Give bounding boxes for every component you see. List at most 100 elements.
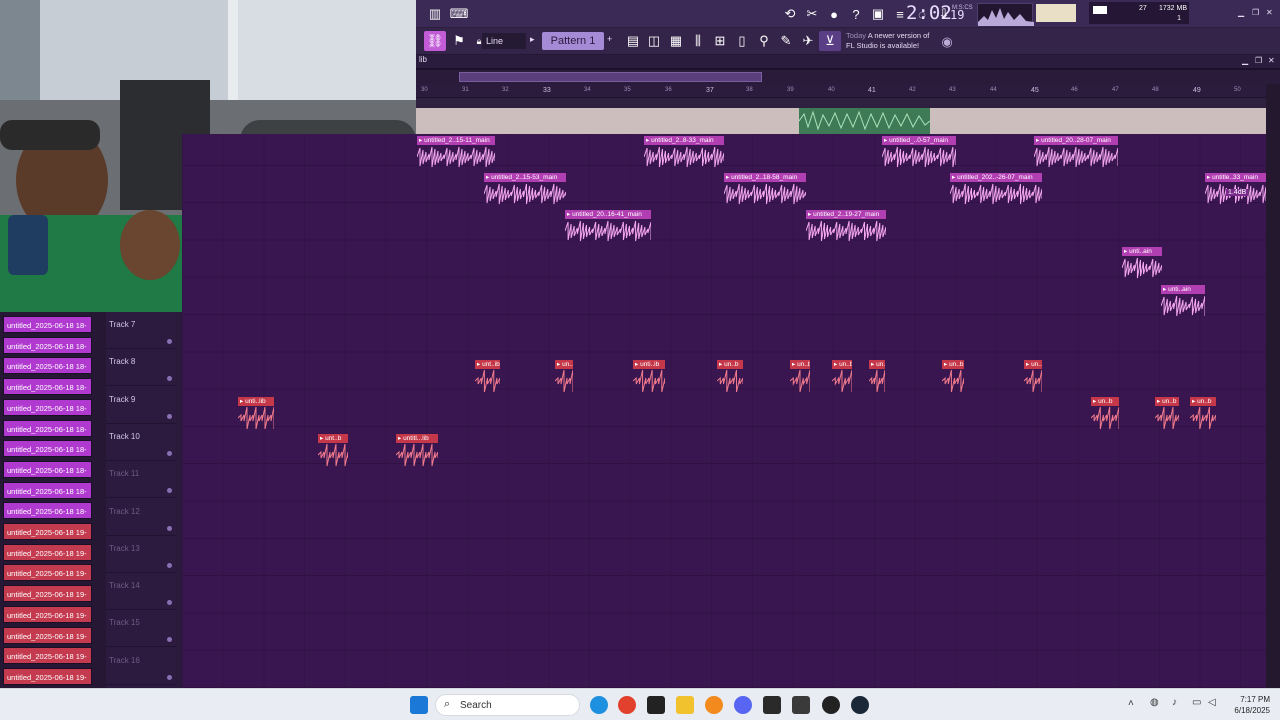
audio-clip[interactable]: ▸ untitled_2..8-33_main xyxy=(643,136,725,170)
audio-clip[interactable]: ▸ untitl...lib xyxy=(395,434,439,468)
audio-clip[interactable]: ▸ un..b xyxy=(1090,397,1120,431)
network-icon[interactable]: ▭ xyxy=(1192,697,1201,708)
audio-clip[interactable]: ▸ untitled_2..15-11_main xyxy=(416,136,496,170)
track-mute-icon[interactable] xyxy=(167,637,172,643)
plugin-icon[interactable]: ⚲ xyxy=(753,31,775,51)
track-header[interactable]: Track 12 xyxy=(106,499,176,536)
audio-clip[interactable]: ▸ untitled_20..16-41_main xyxy=(564,210,652,244)
audio-clip[interactable]: ▸ un..b xyxy=(716,360,744,394)
audio-clip[interactable]: ▸ un..b xyxy=(789,360,811,394)
audio-clip[interactable]: ▸ unti..ib xyxy=(632,360,666,394)
audio-clip[interactable]: ▸ untitled_202..-26-07_main xyxy=(949,173,1043,207)
piano-icon[interactable]: ▥ xyxy=(424,4,446,24)
track-header[interactable]: Track 13 xyxy=(106,536,176,573)
audio-clip[interactable]: ▸ unti..ain xyxy=(1160,285,1206,319)
marker-lane[interactable] xyxy=(416,98,1266,108)
edge-icon[interactable] xyxy=(590,696,608,714)
browser-item[interactable]: untitled_2025-06-18 19- xyxy=(3,667,92,685)
browser-item[interactable]: untitled_2025-06-18 18- xyxy=(3,316,92,333)
audio-clip[interactable]: ▸ untitled_2..18-58_main xyxy=(723,173,807,207)
tray-chevron-icon[interactable]: ˄ xyxy=(1128,698,1134,709)
browser-item[interactable]: untitled_2025-06-18 19- xyxy=(3,647,92,665)
audio-clip[interactable]: ▸ un..b xyxy=(831,360,853,394)
audio-clip[interactable]: ▸ un..b xyxy=(868,360,886,394)
track-mute-icon[interactable] xyxy=(167,413,172,419)
audio-clip[interactable]: ▸ un..b xyxy=(1023,360,1043,394)
tray-mic-icon[interactable]: ♪ xyxy=(1172,697,1177,708)
tray-app-icon[interactable]: ◍ xyxy=(1150,697,1159,708)
capcut-icon[interactable] xyxy=(792,696,810,714)
track-header[interactable]: Track 15 xyxy=(106,610,176,648)
typing-keyboard-icon[interactable]: ⌨ xyxy=(448,4,470,24)
track-header[interactable]: Track 10 xyxy=(106,424,176,461)
piano-roll-icon[interactable]: ▦ xyxy=(665,31,687,51)
master-audio-clip[interactable] xyxy=(416,108,1266,134)
track-header[interactable]: Track 11 xyxy=(106,461,176,499)
download-icon[interactable]: ⇩ xyxy=(933,4,955,24)
cart-icon[interactable]: ⊻ xyxy=(819,31,841,51)
audio-clip[interactable]: ▸ untitled_2..15-53_main xyxy=(483,173,567,207)
stamp-icon[interactable]: ⚑ xyxy=(448,31,470,51)
channel-rack-icon[interactable]: ◫ xyxy=(643,31,665,51)
browser-item[interactable]: untitled_2025-06-18 18- xyxy=(3,481,92,499)
audio-clip[interactable]: ▸ untitled_20..28-07_main xyxy=(1033,136,1119,170)
browser-item[interactable]: untitled_2025-06-18 18- xyxy=(3,378,92,396)
track-header[interactable]: Track 7 xyxy=(106,312,176,349)
wand-icon[interactable]: ✂ xyxy=(801,4,823,24)
browser-item[interactable]: untitled_2025-06-18 18- xyxy=(3,336,92,354)
update-notice[interactable]: Today A newer version of FL Studio is av… xyxy=(846,31,929,51)
microphone-icon[interactable]: ● xyxy=(823,4,845,24)
track-header[interactable]: Track 14 xyxy=(106,573,176,611)
track-mute-icon[interactable] xyxy=(167,674,172,680)
track-header-divider[interactable] xyxy=(176,312,182,688)
browser-item[interactable]: untitled_2025-06-18 19- xyxy=(3,564,92,582)
browser-item[interactable]: untitled_2025-06-18 19- xyxy=(3,523,92,540)
maximize-icon[interactable]: ❐ xyxy=(1252,8,1259,17)
track-mute-icon[interactable] xyxy=(167,488,172,494)
windows-start-icon[interactable] xyxy=(410,696,428,714)
audio-clip[interactable]: ▸ un..b xyxy=(1154,397,1180,431)
audio-clip[interactable]: ▸ untitled_2..19-27_main xyxy=(805,210,887,244)
playlist-icon[interactable]: ▤ xyxy=(622,31,644,51)
browser-item[interactable]: untitled_2025-06-18 18- xyxy=(3,460,92,478)
playlist-close-icon[interactable]: ✕ xyxy=(1268,56,1275,65)
chat-icon[interactable]: ◌ xyxy=(911,4,933,24)
browser-item[interactable]: untitled_2025-06-18 19- xyxy=(3,605,92,623)
bird-icon[interactable]: ✈ xyxy=(797,31,819,51)
audio-clip[interactable]: ▸ un..b xyxy=(1189,397,1217,431)
audio-clip[interactable]: ▸ unt..b xyxy=(317,434,349,468)
track-mute-icon[interactable] xyxy=(167,525,172,531)
audio-clip[interactable]: ▸ un..b xyxy=(554,360,574,394)
link-icon[interactable]: ⛓ xyxy=(424,31,446,51)
browser-item[interactable]: untitled_2025-06-18 19- xyxy=(3,543,92,561)
browser-item[interactable]: untitled_2025-06-18 18- xyxy=(3,398,92,416)
mixer-view-icon[interactable]: ⫼ xyxy=(687,31,709,51)
playlist-overview[interactable] xyxy=(416,70,1280,84)
browser-icon[interactable]: ⊞ xyxy=(709,31,731,51)
track-header[interactable]: Track 8 xyxy=(106,349,176,387)
file-icon[interactable]: ▯ xyxy=(731,31,753,51)
browser-item[interactable]: untitled_2025-06-18 19- xyxy=(3,626,92,644)
tray-clock[interactable]: 7:17 PM 6/18/2025 xyxy=(1234,694,1270,716)
steam-icon[interactable] xyxy=(851,696,869,714)
audio-clip[interactable]: ▸ unt..ib xyxy=(474,360,501,394)
pattern-prev-icon[interactable]: ▸ xyxy=(530,34,535,45)
audio-clip[interactable]: ▸ unti..ain xyxy=(1121,247,1163,281)
track-mute-icon[interactable] xyxy=(167,450,172,456)
snap-mode-select[interactable]: Line xyxy=(482,33,526,49)
vertical-scrollbar[interactable] xyxy=(1266,84,1280,688)
track-header[interactable]: Track 9 xyxy=(106,387,176,424)
app-icon[interactable] xyxy=(763,696,781,714)
browser-item[interactable]: untitled_2025-06-18 18- xyxy=(3,502,92,520)
volume-icon[interactable]: ◁ xyxy=(1208,697,1216,708)
pattern-add-icon[interactable]: + xyxy=(607,34,612,44)
discord-icon[interactable] xyxy=(734,696,752,714)
undo-history-icon[interactable]: ⟲ xyxy=(779,4,801,24)
globe-icon[interactable]: ◉ xyxy=(936,32,958,52)
audio-clip[interactable]: ▸ un..b xyxy=(941,360,965,394)
overview-window[interactable] xyxy=(459,72,762,82)
minimize-icon[interactable]: ▁ xyxy=(1238,8,1244,17)
help-icon[interactable]: ? xyxy=(845,4,867,24)
track-mute-icon[interactable] xyxy=(167,376,172,382)
taskbar-search[interactable]: ⌕ Search xyxy=(435,694,580,716)
